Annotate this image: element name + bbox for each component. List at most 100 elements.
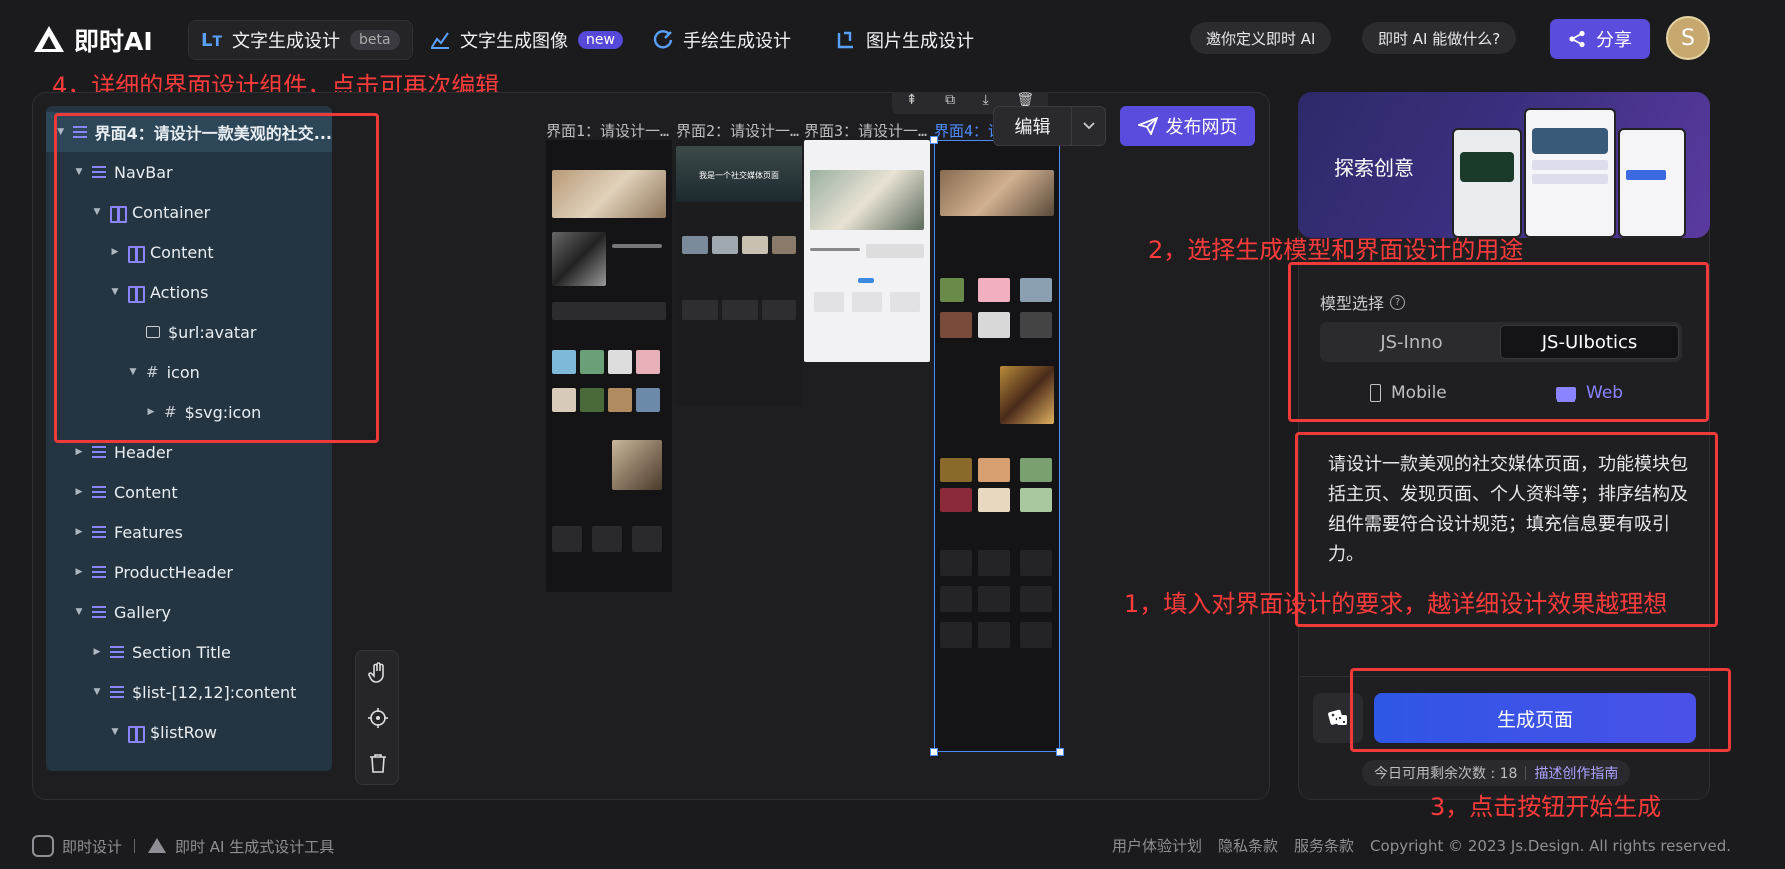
pen-swirl-icon (653, 30, 673, 49)
tab-label: 图片生成设计 (866, 31, 974, 52)
share-button[interactable]: 分享 (1550, 19, 1650, 59)
layer-tree-item[interactable]: ▶ Features (46, 512, 332, 552)
layer-tree-item[interactable]: ▼ Gallery (46, 592, 332, 632)
annotation-3: 3，点击按钮开始生成 (1430, 793, 1662, 821)
prompt-textarea[interactable]: 请设计一款美观的社交媒体页面，功能模块包括主页、发现页面、个人资料等；排序结构及… (1328, 450, 1688, 570)
tab-image-to-design[interactable]: 图片生成设计 (836, 20, 974, 60)
footer-link-privacy[interactable]: 隐私条款 (1218, 835, 1278, 856)
creation-guide-link[interactable]: 描述创作指南 (1534, 763, 1618, 783)
hand-tool-icon[interactable] (356, 653, 400, 693)
phone-mockup (1618, 128, 1686, 238)
model-option-js-uibotics[interactable]: JS-UIbotics (1500, 325, 1679, 359)
model-select-label: 模型选择 ? (1320, 290, 1406, 314)
chevron-down-icon[interactable] (1071, 107, 1105, 145)
define-ai-pill[interactable]: 邀你定义即时 AI (1190, 22, 1332, 54)
layer-tree-item[interactable]: ▶ ProductHeader (46, 552, 332, 592)
banner-title: 探索创意 (1334, 156, 1414, 180)
explore-banner[interactable]: 探索创意 (1298, 92, 1710, 238)
platform-web[interactable]: Web (1556, 383, 1623, 403)
thumb-hero-text: 我是一个社交媒体页面 (699, 171, 779, 180)
edit-label: 编辑 (1014, 117, 1051, 138)
phone-mockup (1524, 108, 1616, 238)
layer-tree-item[interactable]: ▶ Section Title (46, 632, 332, 672)
jsdesign-logo-icon (32, 835, 54, 857)
frame-label-1[interactable]: 界面1：请设计一… (546, 120, 669, 141)
tab-sketch-to-design[interactable]: 手绘生成设计 (653, 20, 791, 60)
caret-down-icon[interactable]: ▼ (110, 727, 120, 737)
app-logo[interactable]: 即时AI (32, 22, 153, 58)
edit-button[interactable]: 编辑 (993, 106, 1106, 146)
tab-label: 文字生成设计 (232, 31, 341, 52)
footer-link-ux-plan[interactable]: 用户体验计划 (1112, 835, 1202, 856)
frame-label-2[interactable]: 界面2：请设计一… (676, 120, 799, 141)
resize-handle[interactable] (930, 136, 938, 144)
mobile-icon (1370, 384, 1381, 402)
align-icon[interactable]: ⇞ (906, 92, 918, 114)
annotation-box-4 (54, 113, 379, 443)
trash-icon[interactable] (356, 743, 400, 783)
frame-label-3[interactable]: 界面3：请设计一… (804, 120, 927, 141)
locate-icon[interactable] (356, 698, 400, 738)
text-design-icon: LT (201, 29, 223, 51)
tab-label: 手绘生成设计 (683, 31, 791, 52)
footer-link-terms[interactable]: 服务条款 (1294, 835, 1354, 856)
layer-label: Features (114, 522, 183, 542)
phone-mockup (1452, 128, 1522, 238)
layer-label: Content (114, 482, 178, 502)
layer-tree-item[interactable]: ▼ $listRow (46, 712, 332, 752)
footer-links: 用户体验计划 隐私条款 服务条款 Copyright © 2023 Js.Des… (1112, 835, 1731, 856)
resize-handle[interactable] (1056, 748, 1064, 756)
copyright: Copyright © 2023 Js.Design. All rights r… (1370, 836, 1732, 855)
send-icon (1137, 117, 1158, 135)
frame-thumbnail-3[interactable] (804, 140, 930, 362)
caret-down-icon[interactable]: ▼ (92, 687, 102, 697)
share-label: 分享 (1596, 30, 1632, 51)
annotation-2: 2，选择生成模型和界面设计的用途 (1148, 236, 1524, 264)
layer-label: $listRow (150, 722, 217, 742)
caret-right-icon[interactable]: ▶ (74, 487, 84, 497)
share-icon (1569, 30, 1585, 48)
caret-right-icon[interactable]: ▶ (74, 527, 84, 537)
footer-brand: 即时设计 即时 AI 生成式设计工具 (32, 835, 334, 857)
beta-badge: beta (350, 30, 400, 50)
quota-bar: 今日可用剩余次数 : 18 描述创作指南 (1362, 760, 1631, 786)
duplicate-icon[interactable]: ⧉ (945, 92, 955, 114)
model-selector: JS-Inno JS-UIbotics (1320, 322, 1682, 362)
layer-label: Header (114, 442, 173, 462)
logo-text: 即时AI (74, 27, 153, 56)
download-icon[interactable]: ⤓ (983, 92, 989, 114)
annotation-box-3 (1350, 668, 1731, 752)
platform-mobile[interactable]: Mobile (1370, 383, 1447, 403)
publish-label: 发布网页 (1165, 117, 1238, 138)
caret-right-icon[interactable]: ▶ (74, 567, 84, 577)
tab-text-to-design[interactable]: LT 文字生成设计 beta (188, 20, 413, 60)
component-icon (110, 686, 124, 698)
component-icon (92, 486, 106, 498)
ai-logo-icon (148, 838, 167, 853)
caret-down-icon[interactable]: ▼ (74, 607, 84, 617)
new-badge: new (578, 31, 623, 49)
canvas-toolbar (355, 650, 399, 785)
caret-right-icon[interactable]: ▶ (92, 647, 102, 657)
selection-outline (934, 140, 1060, 752)
logo-icon (34, 26, 64, 52)
help-icon[interactable]: ? (1390, 294, 1406, 310)
resize-handle[interactable] (930, 748, 938, 756)
caret-right-icon[interactable]: ▶ (74, 447, 84, 457)
image-design-icon (837, 31, 853, 49)
component-icon (92, 526, 106, 538)
component-icon (92, 446, 106, 458)
layer-label: Section Title (132, 642, 231, 662)
frame-thumbnail-1[interactable] (546, 140, 672, 592)
user-avatar[interactable]: S (1666, 16, 1710, 60)
tab-text-to-image[interactable]: 文字生成图像 new (430, 20, 623, 60)
model-option-js-inno[interactable]: JS-Inno (1323, 325, 1500, 359)
frame-thumbnail-2[interactable]: 我是一个社交媒体页面 (676, 140, 802, 406)
layer-label: Gallery (114, 602, 171, 622)
component-icon (92, 606, 106, 618)
publish-button[interactable]: 发布网页 (1120, 106, 1255, 146)
layer-tree-item[interactable]: ▶ Content (46, 472, 332, 512)
layer-tree-item[interactable]: ▼ $list-[12,12]:content (46, 672, 332, 712)
annotation-1: 1，填入对界面设计的要求，越详细设计效果越理想 (1124, 590, 1668, 618)
what-ai-can-do-pill[interactable]: 即时 AI 能做什么? (1362, 22, 1517, 54)
